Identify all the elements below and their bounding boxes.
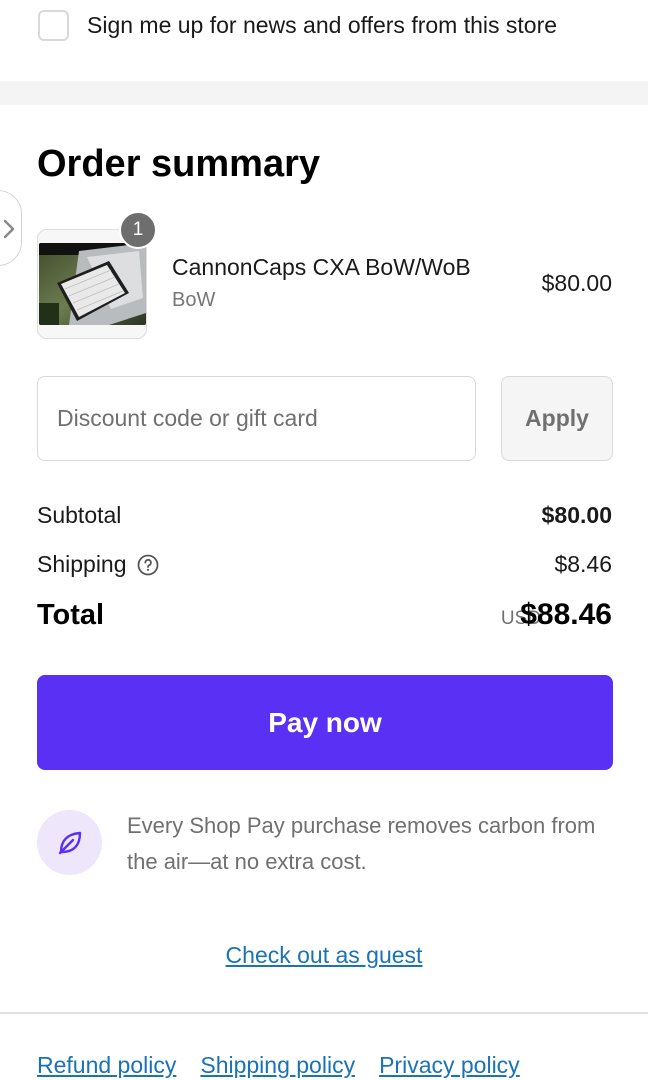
footer-divider [0, 1012, 648, 1014]
policy-links: Refund policy Shipping policy Privacy po… [37, 1052, 520, 1079]
product-price: $80.00 [541, 270, 612, 296]
total-label: Total [37, 599, 105, 631]
order-summary-title: Order summary [37, 143, 321, 185]
total-value: $88.46 [520, 598, 612, 631]
subtotal-label: Subtotal [37, 502, 122, 528]
carbon-removal-text: Every Shop Pay purchase removes carbon f… [127, 813, 596, 874]
shipping-policy-link[interactable]: Shipping policy [200, 1052, 355, 1079]
privacy-policy-link[interactable]: Privacy policy [379, 1052, 520, 1079]
subtotal-value: $80.00 [541, 502, 612, 528]
chevron-right-icon [3, 219, 15, 239]
product-variant: BoW [172, 289, 216, 311]
discount-code-input[interactable] [37, 376, 476, 461]
help-icon[interactable] [137, 554, 159, 576]
summary-toggle-button[interactable] [0, 190, 22, 266]
shipping-value: $8.46 [554, 551, 612, 577]
leaf-icon [58, 831, 81, 854]
apply-discount-button[interactable]: Apply [501, 376, 613, 461]
product-name: CannonCaps CXA BoW/WoB [172, 254, 471, 280]
shipping-label: Shipping [37, 551, 127, 577]
newsletter-checkbox[interactable] [38, 10, 69, 41]
newsletter-label[interactable]: Sign me up for news and offers from this… [87, 12, 557, 39]
leaf-badge [37, 810, 102, 875]
checkout-as-guest-link[interactable]: Check out as guest [0, 942, 648, 969]
quantity-badge: 1 [119, 211, 157, 249]
product-thumbnail: 1 [37, 211, 157, 339]
newsletter-signup[interactable]: Sign me up for news and offers from this… [38, 10, 557, 41]
section-separator [0, 81, 648, 105]
shipping-row-label: Shipping [37, 551, 159, 578]
pay-now-button[interactable]: Pay now [37, 675, 613, 770]
product-image [39, 243, 146, 325]
refund-policy-link[interactable]: Refund policy [37, 1052, 176, 1079]
